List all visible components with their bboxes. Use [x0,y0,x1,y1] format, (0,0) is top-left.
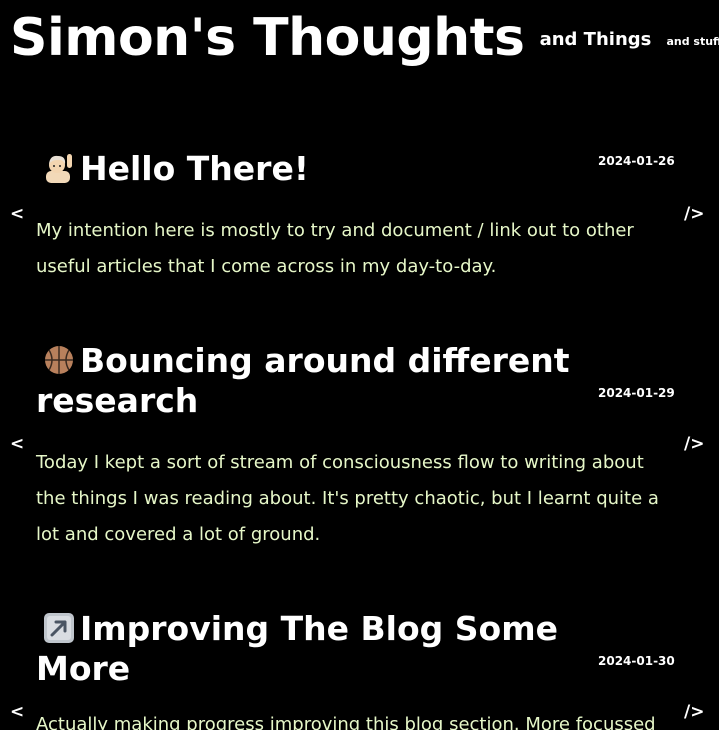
post-title-text: Improving The Blog Some More [36,609,558,688]
bracket-open-icon: < [10,434,25,454]
post-title-text: Hello There! [80,149,309,188]
post-excerpt: My intention here is mostly to try and d… [36,220,634,277]
site-subtagline: and stuff... [666,35,719,48]
bracket-close-icon: /> [684,204,705,224]
bracket-open-icon: < [10,204,25,224]
site-header: Simon's Thoughts and Things and stuff... [10,8,719,68]
post-excerpt: Today I kept a sort of stream of conscio… [36,452,659,545]
post-title-text: Bouncing around different research [36,341,570,420]
post-title[interactable]: Improving The Blog Some More [36,609,576,689]
post-title[interactable]: Bouncing around different research [36,341,576,421]
post-excerpt: Actually making progress improving this … [36,714,656,730]
post-title[interactable]: Hello There! [36,149,576,189]
bracket-open-icon: < [10,702,25,722]
arrow-up-right-icon [44,613,74,643]
bracket-close-icon: /> [684,702,705,722]
post-date: 2024-01-26 [598,154,675,168]
basketball-icon [45,346,73,374]
post-date: 2024-01-30 [598,654,675,668]
bracket-close-icon: /> [684,434,705,454]
raising-hand-icon [46,154,72,183]
post-date: 2024-01-29 [598,386,675,400]
site-tagline: and Things [539,29,652,50]
site-title-link[interactable]: Simon's Thoughts [10,8,525,68]
